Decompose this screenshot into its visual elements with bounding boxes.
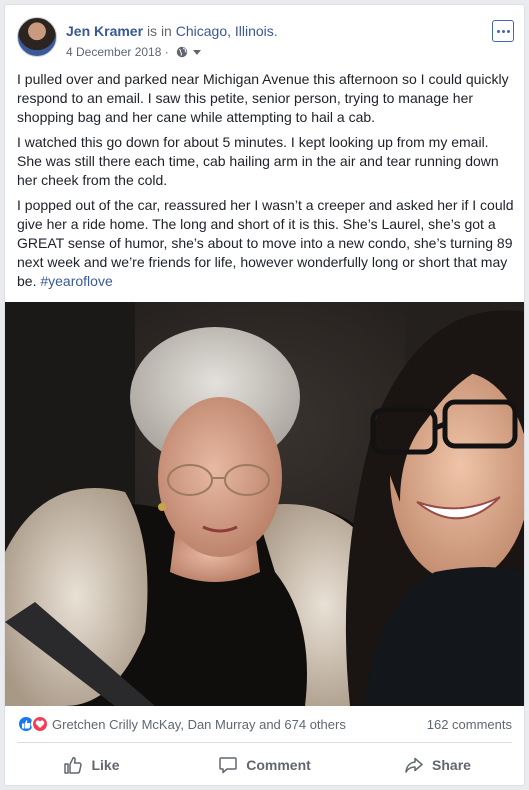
comment-label: Comment [246, 757, 311, 773]
reaction-icons[interactable] [17, 715, 51, 733]
share-icon [405, 757, 423, 773]
author-avatar[interactable] [17, 17, 57, 57]
is-in-text: is in [146, 23, 172, 39]
ellipsis-icon [496, 29, 500, 33]
comment-button[interactable]: Comment [178, 743, 351, 785]
author-name[interactable]: Jen Kramer [66, 23, 143, 39]
reactions-bar: Gretchen Crilly McKay, Dan Murray and 67… [5, 707, 524, 739]
share-button[interactable]: Share [351, 743, 524, 785]
post-photo[interactable] [5, 302, 524, 706]
privacy-dropdown-icon[interactable] [193, 43, 202, 59]
date-separator: · [164, 45, 169, 59]
location-period: . [273, 23, 278, 39]
hashtag-link[interactable]: #yearoflove [40, 273, 112, 289]
comments-count[interactable]: 162 comments [427, 717, 512, 732]
like-label: Like [91, 757, 120, 773]
post-paragraph-1: I pulled over and parked near Michigan A… [17, 71, 509, 125]
post-body: I pulled over and parked near Michigan A… [17, 70, 514, 297]
post-header: Jen Kramer is in Chicago, Illinois. 4 De… [5, 5, 524, 71]
location-link[interactable]: Chicago, Illinois [176, 23, 274, 39]
like-button[interactable]: Like [5, 743, 178, 785]
post-paragraph-2: I watched this go down for about 5 minut… [17, 134, 499, 188]
post-date[interactable]: 4 December 2018 [66, 45, 161, 59]
comment-icon [219, 757, 237, 774]
reactors-summary[interactable]: Gretchen Crilly McKay, Dan Murray and 67… [52, 717, 346, 732]
post-meta: 4 December 2018 · [66, 43, 202, 62]
post-actions: Like Comment Share [5, 743, 524, 785]
post-card: Jen Kramer is in Chicago, Illinois. 4 De… [4, 4, 525, 786]
thumbs-up-icon [64, 756, 83, 774]
globe-icon[interactable] [176, 46, 188, 62]
post-title-line: Jen Kramer is in Chicago, Illinois. [66, 22, 278, 40]
love-reaction-icon [31, 715, 49, 733]
share-label: Share [432, 757, 471, 773]
more-options-button[interactable] [492, 20, 514, 42]
post-paragraph-3: I popped out of the car, reassured her I… [17, 196, 514, 291]
